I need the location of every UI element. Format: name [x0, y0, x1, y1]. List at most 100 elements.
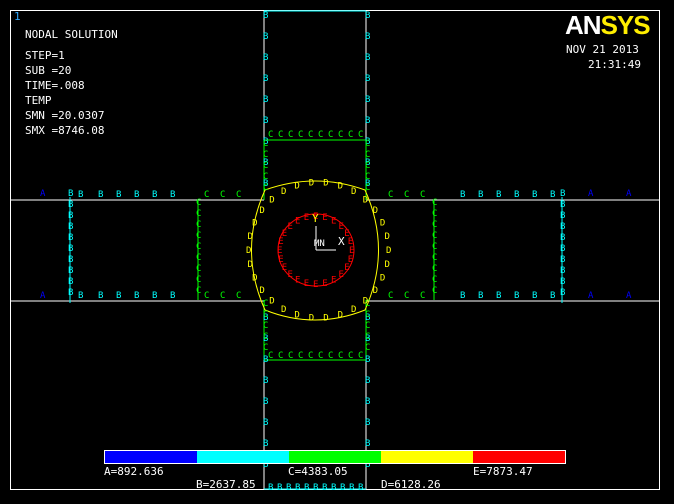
contour-letter-b: B: [68, 244, 73, 254]
contour-letter-b: B: [170, 190, 175, 200]
contour-letter-c: C: [358, 130, 363, 140]
contour-letter-e: E: [348, 237, 353, 247]
contour-letter-b: B: [560, 288, 565, 298]
contour-letter-c: C: [196, 231, 201, 241]
contour-letter-c: C: [338, 130, 343, 140]
contour-letter-b: B: [365, 439, 370, 449]
contour-letter-d: D: [248, 260, 253, 270]
contour-letter-b: B: [560, 266, 565, 276]
contour-letter-c: C: [365, 172, 370, 182]
contour-letter-b: B: [550, 190, 555, 200]
contour-letter-c: C: [328, 130, 333, 140]
contour-letter-d: D: [309, 314, 314, 324]
contour-letter-b: B: [68, 211, 73, 221]
contour-letter-b: B: [550, 291, 555, 301]
contour-letter-b: B: [365, 74, 370, 84]
contour-letter-d: D: [323, 178, 328, 188]
contour-letter-d: D: [269, 297, 274, 307]
contour-letter-b: B: [560, 189, 565, 199]
contour-letter-c: C: [236, 190, 241, 200]
contour-letter-b: B: [478, 190, 483, 200]
contour-letter-b: B: [68, 233, 73, 243]
contour-letter-c: C: [388, 190, 393, 200]
contour-letter-a: A: [588, 189, 594, 199]
contour-letter-c: C: [420, 291, 425, 301]
contour-letter-b: B: [98, 190, 103, 200]
contour-letter-d: D: [385, 260, 390, 270]
contour-letter-b: B: [263, 116, 268, 126]
contour-letter-b: B: [560, 222, 565, 232]
contour-letter-c: C: [365, 139, 370, 149]
contour-letter-c: C: [236, 291, 241, 301]
contour-letter-c: C: [278, 351, 283, 361]
contour-letter-d: D: [385, 232, 390, 242]
plot-time: 21:31:49: [588, 58, 641, 71]
contour-letter-b: B: [116, 190, 121, 200]
contour-letter-d: D: [281, 305, 286, 315]
contour-letter-b: B: [68, 222, 73, 232]
contour-letter-d: D: [380, 218, 385, 228]
contour-letter-b: B: [268, 483, 273, 493]
contour-letter-c: C: [263, 310, 268, 320]
contour-letter-b: B: [514, 291, 519, 301]
contour-letter-b: B: [532, 190, 537, 200]
contour-letter-d: D: [281, 187, 286, 197]
contour-letter-d: D: [248, 232, 253, 242]
contour-letter-b: B: [263, 11, 268, 21]
contour-letter-c: C: [263, 332, 268, 342]
contour-letter-d: D: [363, 297, 368, 307]
contour-letter-c: C: [263, 139, 268, 149]
contour-letter-c: C: [404, 291, 409, 301]
contour-letter-e: E: [282, 229, 287, 239]
contour-letter-e: E: [288, 270, 293, 280]
contour-letter-b: B: [313, 483, 318, 493]
contour-letter-b: B: [263, 376, 268, 386]
contour-letters: B BB BB BB BB BB BB BB BB BB BB BB BB BB BB BB BB BB BB BB B…: [40, 11, 632, 493]
min-marker: MN: [314, 239, 325, 249]
contour-letter-c: C: [278, 130, 283, 140]
step-label: STEP=1: [25, 49, 65, 62]
legend-band-d: [381, 451, 473, 463]
result-item-label: TEMP: [25, 94, 52, 107]
max-value-label: SMX =8746.08: [25, 124, 105, 137]
legend-band-b: [197, 451, 289, 463]
contour-letter-c: C: [263, 161, 268, 171]
contour-letter-b: B: [365, 418, 370, 428]
contour-letter-d: D: [338, 181, 343, 191]
contour-letter-b: B: [496, 190, 501, 200]
min-value-label: SMN =20.0307: [25, 109, 105, 122]
substep-label: SUB =20: [25, 64, 72, 77]
contour-letter-c: C: [388, 291, 393, 301]
contour-letter-b: B: [78, 190, 83, 200]
contour-letter-b: B: [560, 200, 565, 210]
contour-letter-c: C: [365, 161, 370, 171]
contour-letter-e: E: [344, 263, 349, 273]
contour-letter-c: C: [263, 172, 268, 182]
contour-letter-b: B: [78, 291, 83, 301]
contour-letter-d: D: [294, 311, 299, 321]
contour-letter-e: E: [339, 222, 344, 232]
contour-letter-b: B: [532, 291, 537, 301]
contour-letter-e: E: [322, 279, 327, 289]
contour-letter-b: B: [358, 483, 363, 493]
graphics-viewport[interactable]: BBBBBBBBBBBBBBBBBBBBBBBBBBBBBBBBBBBBBBBB…: [0, 0, 674, 504]
contour-letter-b: B: [365, 95, 370, 105]
contour-letter-e: E: [278, 255, 283, 265]
contour-letter-b: B: [68, 277, 73, 287]
contour-letter-d: D: [363, 196, 368, 206]
contour-letter-c: C: [220, 291, 225, 301]
contour-letter-c: C: [263, 150, 268, 160]
contour-letter-c: C: [338, 351, 343, 361]
contour-letter-b: B: [560, 211, 565, 221]
contour-letter-d: D: [259, 206, 264, 216]
contour-letter-b: B: [365, 53, 370, 63]
contour-letter-b: B: [365, 376, 370, 386]
contour-letter-d: D: [259, 286, 264, 296]
contour-letter-a: A: [626, 291, 632, 301]
contour-letter-e: E: [322, 213, 327, 223]
time-label: TIME=.008: [25, 79, 85, 92]
legend-band-c: [289, 451, 381, 463]
contour-letter-c: C: [268, 351, 273, 361]
contour-letter-d: D: [351, 187, 356, 197]
contour-letter-d: D: [351, 305, 356, 315]
